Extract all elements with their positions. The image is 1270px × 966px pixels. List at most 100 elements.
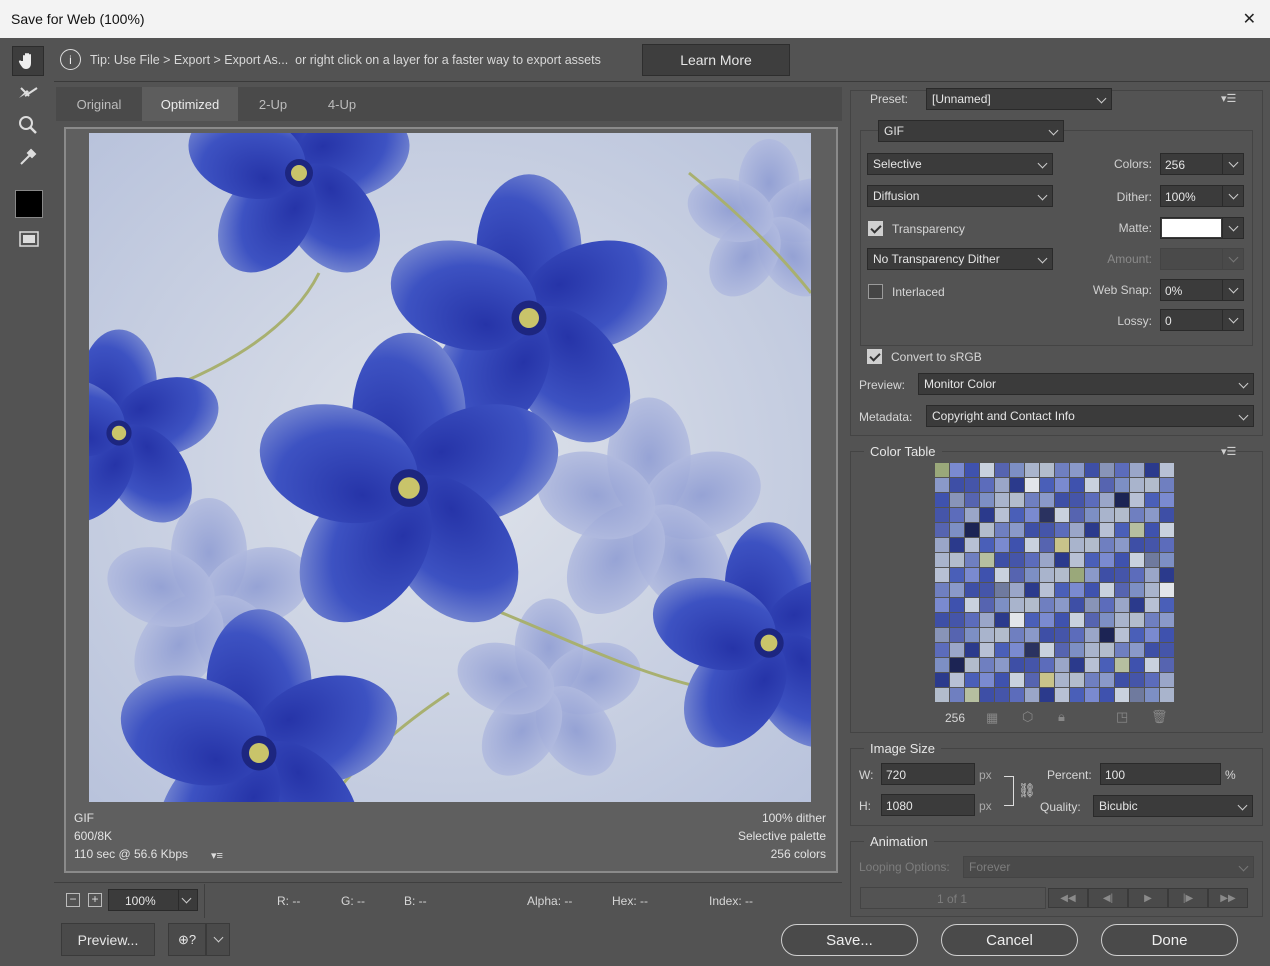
color-reduction-select[interactable]: Selective <box>867 153 1053 175</box>
color-swatch[interactable] <box>935 463 949 477</box>
color-swatch[interactable] <box>1025 673 1039 687</box>
color-swatch[interactable] <box>1130 463 1144 477</box>
color-swatch[interactable] <box>1160 598 1174 612</box>
color-swatch[interactable] <box>995 628 1009 642</box>
color-swatch[interactable] <box>1025 598 1039 612</box>
color-swatch[interactable] <box>1070 523 1084 537</box>
color-swatch[interactable] <box>1085 553 1099 567</box>
color-swatch[interactable] <box>1115 658 1129 672</box>
color-swatch[interactable] <box>1085 583 1099 597</box>
color-swatch[interactable] <box>1070 508 1084 522</box>
color-swatch[interactable] <box>935 508 949 522</box>
color-swatch[interactable] <box>1100 523 1114 537</box>
color-swatch[interactable] <box>1040 583 1054 597</box>
color-swatch[interactable] <box>1010 463 1024 477</box>
color-swatch[interactable] <box>1070 538 1084 552</box>
color-swatch[interactable] <box>1055 598 1069 612</box>
color-swatch[interactable] <box>1085 658 1099 672</box>
color-swatch[interactable] <box>1010 583 1024 597</box>
color-swatch[interactable] <box>1010 628 1024 642</box>
color-swatch[interactable] <box>1040 613 1054 627</box>
color-swatch[interactable] <box>1025 493 1039 507</box>
color-swatch[interactable] <box>935 553 949 567</box>
color-swatch[interactable] <box>1115 628 1129 642</box>
color-swatch[interactable] <box>1130 643 1144 657</box>
color-swatch[interactable] <box>995 673 1009 687</box>
color-swatch[interactable] <box>935 598 949 612</box>
color-swatch[interactable] <box>1145 538 1159 552</box>
color-swatch[interactable] <box>1130 613 1144 627</box>
color-swatch[interactable] <box>1070 598 1084 612</box>
browser-dropdown-button[interactable] <box>206 923 230 956</box>
convert-srgb-checkbox[interactable] <box>867 349 882 364</box>
color-swatch[interactable] <box>1160 463 1174 477</box>
color-swatch[interactable] <box>965 568 979 582</box>
color-swatch[interactable] <box>1085 568 1099 582</box>
transparency-dither-select[interactable]: No Transparency Dither <box>867 248 1053 270</box>
color-swatch[interactable] <box>1130 478 1144 492</box>
color-swatch[interactable] <box>950 508 964 522</box>
color-swatch[interactable] <box>950 568 964 582</box>
color-swatch[interactable] <box>1085 673 1099 687</box>
color-swatch[interactable] <box>1070 493 1084 507</box>
zoom-level-field[interactable]: 100% <box>108 889 198 911</box>
zoom-tool-icon[interactable] <box>12 110 44 140</box>
color-swatch[interactable] <box>1115 463 1129 477</box>
toggle-slices-icon[interactable] <box>13 224 45 254</box>
color-swatch[interactable] <box>1100 478 1114 492</box>
color-swatch[interactable] <box>1040 478 1054 492</box>
color-swatch[interactable] <box>1070 658 1084 672</box>
color-swatch[interactable] <box>1100 553 1114 567</box>
color-swatch[interactable] <box>965 688 979 702</box>
color-swatch[interactable] <box>1130 688 1144 702</box>
color-swatch[interactable] <box>1055 688 1069 702</box>
color-swatch[interactable] <box>965 463 979 477</box>
color-swatch[interactable] <box>1025 628 1039 642</box>
color-swatch[interactable] <box>1055 478 1069 492</box>
color-swatch[interactable] <box>1115 613 1129 627</box>
color-swatch[interactable] <box>995 598 1009 612</box>
color-swatch[interactable] <box>1025 523 1039 537</box>
color-swatch[interactable] <box>980 658 994 672</box>
color-swatch[interactable] <box>980 628 994 642</box>
color-swatch[interactable] <box>1145 508 1159 522</box>
color-swatch[interactable] <box>980 493 994 507</box>
zoom-out-icon[interactable]: − <box>66 893 80 907</box>
color-swatch[interactable] <box>1070 643 1084 657</box>
hand-tool-icon[interactable] <box>12 46 44 76</box>
color-swatch[interactable] <box>965 493 979 507</box>
color-swatch[interactable] <box>1070 568 1084 582</box>
color-swatch[interactable] <box>980 508 994 522</box>
color-swatch[interactable] <box>1160 628 1174 642</box>
color-swatch[interactable] <box>995 658 1009 672</box>
color-swatch[interactable] <box>1070 613 1084 627</box>
color-swatch[interactable] <box>1040 598 1054 612</box>
color-swatch[interactable] <box>1145 493 1159 507</box>
color-swatch[interactable] <box>1145 463 1159 477</box>
color-swatch[interactable] <box>1130 523 1144 537</box>
color-swatch[interactable] <box>1160 583 1174 597</box>
color-swatch[interactable] <box>1130 508 1144 522</box>
color-swatch[interactable] <box>1160 688 1174 702</box>
color-swatch[interactable] <box>935 628 949 642</box>
learn-more-button[interactable]: Learn More <box>642 44 790 76</box>
color-swatch[interactable] <box>1100 688 1114 702</box>
color-swatch[interactable] <box>950 658 964 672</box>
color-swatch[interactable] <box>1100 568 1114 582</box>
color-swatch[interactable] <box>980 688 994 702</box>
color-swatch[interactable] <box>1085 628 1099 642</box>
color-swatch[interactable] <box>1040 508 1054 522</box>
color-swatch[interactable] <box>1055 643 1069 657</box>
color-swatch[interactable] <box>1085 643 1099 657</box>
color-swatch[interactable] <box>935 658 949 672</box>
color-swatch[interactable] <box>1115 553 1129 567</box>
color-swatch[interactable] <box>935 538 949 552</box>
optimize-menu-icon[interactable]: ▾☰ <box>1221 92 1236 105</box>
color-swatch[interactable] <box>1145 583 1159 597</box>
color-swatch[interactable] <box>1085 598 1099 612</box>
color-swatch[interactable] <box>950 538 964 552</box>
color-swatch[interactable] <box>1160 508 1174 522</box>
width-field[interactable]: 720 <box>881 763 975 785</box>
color-swatch[interactable] <box>995 553 1009 567</box>
color-swatch[interactable] <box>1100 598 1114 612</box>
